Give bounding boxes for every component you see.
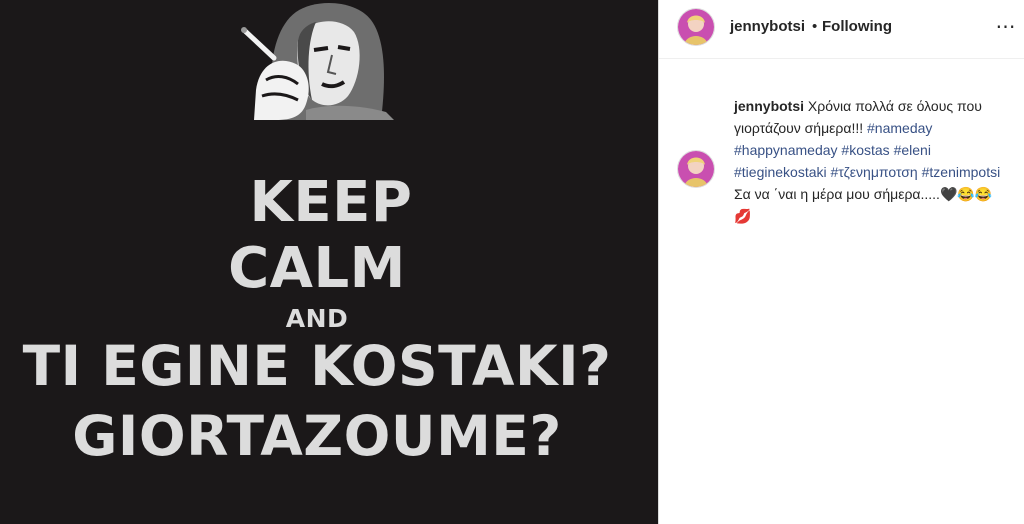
hashtag-link[interactable]: #tieginekostaki xyxy=(734,164,827,180)
hashtag-link[interactable]: #τζενημποτση xyxy=(831,164,918,180)
poster-line-calm: CALM xyxy=(228,236,406,301)
header-username[interactable]: jennybotsi xyxy=(730,18,805,35)
hashtag-link[interactable]: #kostas xyxy=(841,142,889,158)
hashtag-link[interactable]: #eleni xyxy=(894,142,931,158)
caption-username[interactable]: jennybotsi xyxy=(734,98,804,114)
avatar[interactable] xyxy=(677,8,715,46)
separator-dot: • xyxy=(812,18,818,35)
post-image[interactable]: KEEP CALM AND TI EGINE KOSTAKI? GIORTAZO… xyxy=(0,0,658,524)
following-button[interactable]: Following xyxy=(822,18,892,35)
hashtag-link[interactable]: #tzenimpotsi xyxy=(922,164,1001,180)
panel-divider xyxy=(658,0,659,524)
poster-line-ti-egine-kostaki: TI EGINE KOSTAKI? xyxy=(22,334,612,398)
post-header: jennybotsi • Following ⋯ xyxy=(659,0,1024,59)
poster-line-giortazoume: GIORTAZOUME? xyxy=(72,404,562,468)
profile-photo-icon xyxy=(678,151,714,187)
poster-line-keep: KEEP xyxy=(249,170,413,235)
caption-text: Σα να ΄ναι η μέρα μου σήμερα..... xyxy=(734,186,940,202)
profile-photo-icon xyxy=(678,9,714,45)
more-options-icon[interactable]: ⋯ xyxy=(994,14,1018,38)
hashtag-link[interactable]: #happynameday xyxy=(734,142,838,158)
woman-smoking-portrait xyxy=(236,0,394,120)
poster-line-and: AND xyxy=(285,304,349,333)
post-caption: jennybotsi Χρόνια πολλά σε όλους που γιο… xyxy=(734,95,1004,227)
caption-avatar[interactable] xyxy=(677,150,715,188)
hashtag-link[interactable]: #nameday xyxy=(867,120,932,136)
